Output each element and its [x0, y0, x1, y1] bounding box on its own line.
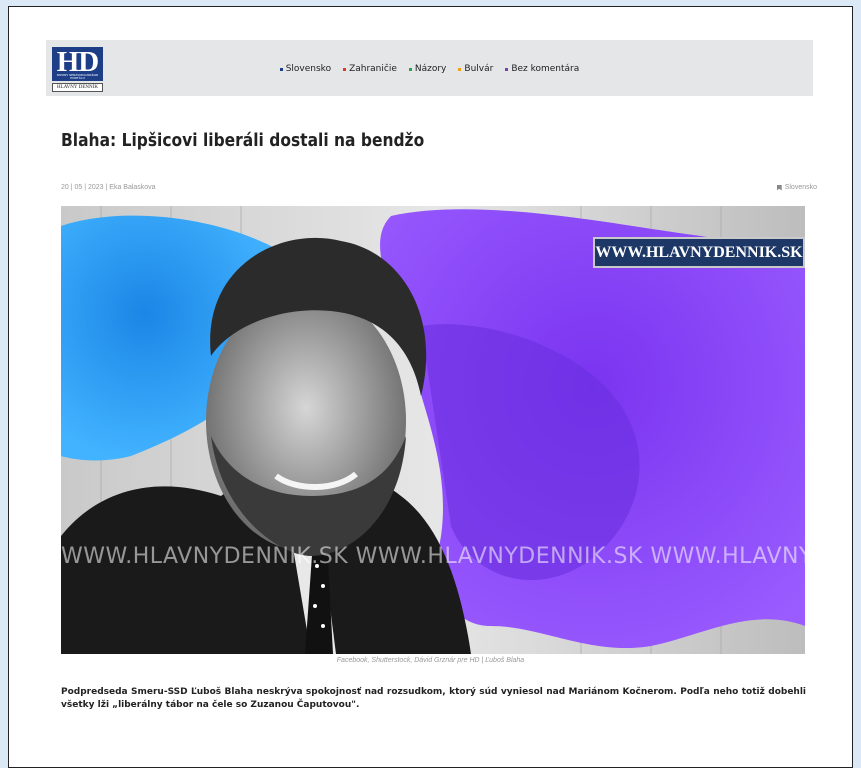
article-category-link[interactable]: Slovensko: [776, 184, 817, 191]
nav-item-nazory[interactable]: Názory: [408, 64, 447, 74]
featured-image-art: [61, 206, 805, 654]
article-meta: 20 | 05 | 2023 | Eka Balaskova: [61, 184, 156, 191]
bookmark-icon: [776, 184, 782, 191]
article-lead: Podpredseda Smeru-SSD Ľuboš Blaha neskrý…: [61, 687, 806, 710]
nav-item-label: Bulvár: [464, 64, 494, 74]
nav-item-bulvar[interactable]: Bulvár: [458, 64, 493, 74]
nav-bullet-icon: [408, 67, 412, 71]
nav-item-slovensko[interactable]: Slovensko: [279, 64, 332, 74]
nav-item-label: Názory: [414, 64, 447, 74]
image-watermark-box: WWW.HLAVNYDENNIK.SK: [593, 237, 805, 268]
logo-subtext: HLAVNÝ DENNÍK: [52, 83, 103, 92]
article-title: Blaha: Lipšicovi liberáli dostali na ben…: [61, 130, 425, 151]
nav-bullet-icon: [343, 67, 347, 71]
nav-bullet-icon: [279, 67, 283, 71]
logo-tagline: NOVINY SPRAVODAJSKÉHO PORTÁLU: [56, 73, 99, 80]
site-header: HD NOVINY SPRAVODAJSKÉHO PORTÁLU HLAVNÝ …: [46, 40, 813, 96]
nav-item-zahranicie[interactable]: Zahraničie: [343, 64, 397, 74]
main-nav: Slovensko Zahraničie Názory Bulvár Bez k…: [46, 64, 813, 74]
nav-bullet-icon: [458, 67, 462, 71]
nav-item-bez-komentara[interactable]: Bez komentára: [505, 64, 579, 74]
image-caption: Facebook, Shutterstock, Dávid Grznár pre…: [336, 657, 525, 664]
article-category-label: Slovensko: [784, 184, 817, 191]
article-featured-image: WWW.HLAVNYDENNIK.SK WWW.HLAVNYDENNIK.SK …: [61, 206, 805, 654]
nav-item-label: Slovensko: [285, 64, 332, 74]
nav-bullet-icon: [505, 67, 509, 71]
image-watermark-line: WWW.HLAVNYDENNIK.SK WWW.HLAVNYDENNIK.SK …: [61, 544, 805, 569]
nav-item-label: Bez komentára: [511, 64, 580, 74]
nav-item-label: Zahraničie: [349, 64, 397, 74]
